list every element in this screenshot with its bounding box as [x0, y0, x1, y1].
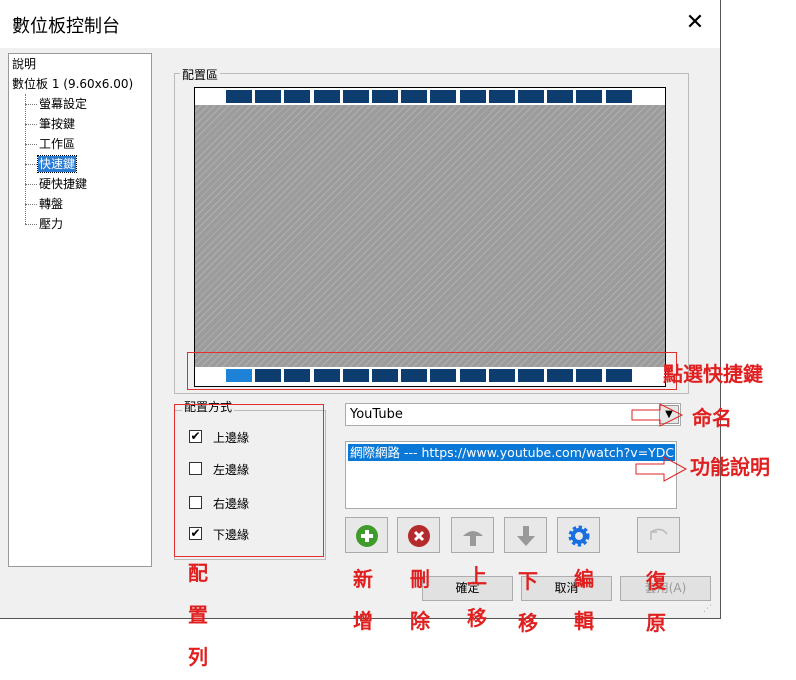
- settings-tree[interactable]: 說明 數位板 1 (9.60x6.00) 螢幕設定 筆按鍵 工作區 快速鍵 硬快…: [8, 53, 152, 567]
- shortcut-slot[interactable]: [430, 90, 457, 103]
- tree-item-hard-shortcuts[interactable]: 硬快捷鍵: [39, 176, 87, 192]
- arrow-up-icon: [463, 531, 483, 546]
- annotation-box-bottom-row: [187, 352, 677, 390]
- tree-item-pressure[interactable]: 壓力: [39, 216, 63, 232]
- list-item[interactable]: 網際網路 --- https://www.youtube.com/watch?v…: [348, 444, 675, 461]
- annotation-select-shortcut: 點選快捷鍵: [663, 362, 763, 386]
- shortcut-slot[interactable]: [547, 90, 574, 103]
- close-icon[interactable]: ✕: [680, 8, 710, 38]
- tree-item-help[interactable]: 說明: [12, 56, 36, 72]
- tablet-preview: [194, 87, 666, 387]
- shortcut-slot[interactable]: [313, 90, 340, 103]
- undo-icon: [650, 528, 668, 540]
- shortcut-slot[interactable]: [284, 90, 311, 103]
- function-listbox[interactable]: 網際網路 --- https://www.youtube.com/watch?v…: [345, 441, 677, 509]
- annotation-add: 新增: [353, 567, 373, 633]
- annotation-arrow-icon: [635, 456, 688, 482]
- tablet-control-dialog: 數位板控制台 ✕ 說明 數位板 1 (9.60x6.00) 螢幕設定 筆按鍵 工…: [0, 0, 721, 619]
- arrow-down-icon: [517, 526, 535, 546]
- edit-button[interactable]: [557, 517, 600, 553]
- tree-item-pen-buttons[interactable]: 筆按鍵: [39, 116, 75, 132]
- shortcut-slot[interactable]: [226, 90, 252, 103]
- gear-icon: [568, 525, 590, 547]
- move-down-button[interactable]: [504, 517, 547, 553]
- annotation-function-desc: 功能說明: [690, 455, 770, 479]
- annotation-restore: 復原: [646, 569, 666, 635]
- shortcut-name-value: YouTube: [350, 407, 403, 422]
- shortcut-slot[interactable]: [401, 90, 428, 103]
- window-title: 數位板控制台: [12, 16, 120, 37]
- annotation-delete: 刪除: [410, 567, 430, 633]
- annotation-naming: 命名: [692, 406, 732, 430]
- active-area: [195, 105, 665, 367]
- move-up-button[interactable]: [451, 517, 494, 553]
- restore-button[interactable]: [637, 517, 680, 553]
- tree-item-dial[interactable]: 轉盤: [39, 196, 63, 212]
- annotation-layout-bar: 配置列: [188, 561, 208, 669]
- delete-button[interactable]: [397, 517, 440, 553]
- annotation-edit: 編輯: [574, 567, 594, 633]
- x-circle-icon: [408, 525, 430, 547]
- annotation-arrow-icon: [631, 403, 684, 427]
- shortcut-slot[interactable]: [518, 90, 544, 103]
- tree-item-work-area[interactable]: 工作區: [39, 136, 75, 152]
- tree-item-tablet[interactable]: 數位板 1 (9.60x6.00): [12, 76, 133, 92]
- shortcut-slot[interactable]: [488, 90, 515, 103]
- shortcut-slot[interactable]: [459, 90, 486, 103]
- shortcut-slot[interactable]: [342, 90, 369, 103]
- shortcut-slot[interactable]: [255, 90, 282, 103]
- resize-grip[interactable]: ⋰: [703, 604, 712, 614]
- annotation-box-layout-mode: [174, 404, 324, 557]
- layout-area-label: 配置區: [180, 66, 221, 83]
- annotation-move-down: 下移: [518, 569, 538, 635]
- tree-item-shortcuts[interactable]: 快速鍵: [36, 155, 78, 173]
- shortcut-slot[interactable]: [576, 90, 603, 103]
- tree-item-screen[interactable]: 螢幕設定: [39, 96, 87, 112]
- plus-circle-icon: [356, 525, 378, 547]
- shortcut-slot[interactable]: [605, 90, 632, 103]
- add-button[interactable]: [345, 517, 388, 553]
- annotation-move-up: 上移: [467, 564, 487, 630]
- title-bar: 數位板控制台 ✕: [0, 0, 720, 48]
- shortcut-slot[interactable]: [372, 90, 398, 103]
